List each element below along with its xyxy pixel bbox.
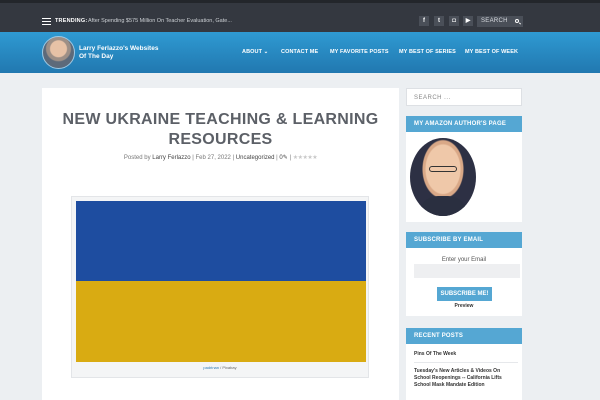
search-icon[interactable] [515, 19, 519, 23]
subscribe-widget: SUBSCRIBE BY EMAIL Enter your Email SUBS… [406, 232, 522, 316]
youtube-icon[interactable]: ▶ [463, 16, 473, 26]
nav-contact-me[interactable]: CONTACT ME [281, 49, 318, 55]
widget-title: RECENT POSTS [406, 328, 522, 344]
twitter-icon[interactable]: t [434, 16, 444, 26]
image-caption: padrinan / Pixabay [72, 365, 368, 370]
meta-prefix: Posted by [123, 155, 151, 161]
post-meta: Posted by Larry Ferlazzo | Feb 27, 2022 … [123, 155, 318, 161]
sidebar-search-input[interactable]: SEARCH ... [406, 88, 522, 106]
post-date: Feb 27, 2022 [195, 155, 231, 161]
flag-yellow-stripe [76, 281, 366, 362]
category-link[interactable]: Uncategorized [236, 155, 275, 161]
recent-post-link[interactable]: Tuesday's New Articles & Videos On Schoo… [414, 368, 518, 389]
featured-image-figure: padrinan / Pixabay [71, 196, 369, 378]
amazon-author-widget: MY AMAZON AUTHOR'S PAGE [406, 116, 522, 222]
subscribe-button[interactable]: SUBSCRIBE ME! [437, 287, 492, 301]
email-field[interactable] [414, 264, 520, 278]
ukraine-flag-image [76, 201, 366, 362]
site-title[interactable]: Larry Ferlazzo's Websites Of The Day [79, 45, 159, 61]
rating-stars[interactable]: ★★★★★ [293, 155, 318, 161]
facebook-icon[interactable]: f [419, 16, 429, 26]
post-content: NEW UKRAINE TEACHING & LEARNING RESOURCE… [42, 88, 399, 400]
widget-title: MY AMAZON AUTHOR'S PAGE [406, 116, 522, 132]
site-logo-avatar[interactable] [42, 36, 75, 69]
nav-about[interactable]: ABOUT ⌄ [242, 49, 268, 55]
caption-credit-link[interactable]: padrinan [203, 365, 219, 370]
recent-post-link[interactable]: Pins Of The Week [414, 351, 518, 358]
caption-source: / Pixabay [220, 365, 237, 370]
trending-bar: TRENDING: After Spending $575 Million On… [0, 0, 600, 32]
top-search-placeholder: SEARCH [481, 18, 508, 24]
nav-my-best-of-week[interactable]: MY BEST OF WEEK [465, 49, 518, 55]
site-header: Larry Ferlazzo's Websites Of The Day ABO… [0, 32, 600, 73]
comment-icon: ✎ [282, 155, 288, 161]
author-link[interactable]: Larry Ferlazzo [152, 155, 190, 161]
instagram-icon[interactable]: ◘ [449, 16, 459, 26]
hamburger-menu-icon[interactable] [42, 18, 51, 25]
nav-my-best-of-series[interactable]: MY BEST OF SERIES [399, 49, 456, 55]
glasses [429, 166, 457, 172]
top-search-input[interactable]: SEARCH [477, 16, 523, 27]
divider [414, 362, 518, 363]
sidebar-search-placeholder: SEARCH ... [414, 95, 451, 101]
trending-headline-link[interactable]: After Spending $575 Million On Teacher E… [88, 18, 232, 24]
widget-title: SUBSCRIBE BY EMAIL [406, 232, 522, 248]
author-photo[interactable] [410, 138, 476, 216]
flag-blue-stripe [76, 201, 366, 281]
email-field-label: Enter your Email [441, 257, 487, 263]
post-title: NEW UKRAINE TEACHING & LEARNING RESOURCE… [62, 111, 379, 148]
nav-my-favorite-posts[interactable]: MY FAVORITE POSTS [330, 49, 389, 55]
preview-link[interactable]: Preview [406, 303, 522, 309]
shirt [418, 196, 468, 216]
recent-posts-widget: RECENT POSTS Pins Of The Week Tuesday's … [406, 328, 522, 400]
trending-label: TRENDING: [55, 18, 88, 24]
